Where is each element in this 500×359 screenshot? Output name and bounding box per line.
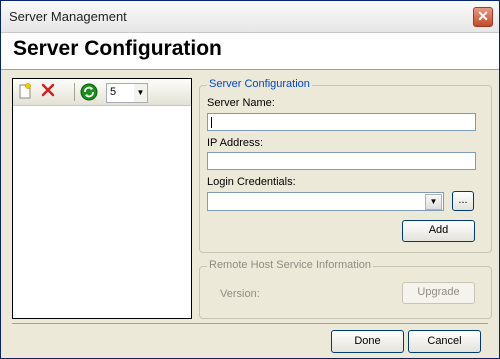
close-icon: ✕ (477, 8, 489, 24)
footer-divider (12, 323, 488, 324)
chevron-down-icon[interactable]: ▼ (134, 84, 147, 102)
page-title: Server Configuration (13, 37, 222, 60)
new-server-button[interactable] (16, 83, 34, 101)
close-button[interactable]: ✕ (473, 7, 493, 27)
delete-icon (41, 83, 55, 97)
login-credentials-label: Login Credentials: (207, 176, 296, 188)
done-button[interactable]: Done (331, 330, 404, 353)
page-header: Server Configuration (1, 33, 499, 70)
new-document-icon (19, 83, 31, 99)
server-management-window: Server Management ✕ Server Configuration (0, 0, 500, 359)
window-title: Server Management (9, 9, 127, 24)
server-list-toolbar: 5 ▼ (13, 79, 191, 106)
chevron-down-icon[interactable]: ▼ (425, 194, 442, 210)
toolbar-separator (74, 83, 75, 101)
ip-address-label: IP Address: (207, 137, 264, 149)
title-bar: Server Management ✕ (1, 1, 499, 33)
browse-credentials-button[interactable]: ... (452, 191, 474, 211)
ip-address-input[interactable] (207, 152, 476, 170)
version-label: Version: (220, 288, 260, 300)
server-list-panel[interactable]: 5 ▼ (12, 78, 192, 319)
refresh-interval-select[interactable]: 5 ▼ (106, 83, 148, 103)
cancel-button[interactable]: Cancel (408, 330, 481, 353)
refresh-button[interactable] (80, 83, 98, 101)
refresh-interval-value: 5 (110, 86, 117, 98)
server-name-input[interactable] (207, 113, 476, 131)
login-credentials-select[interactable]: ▼ (207, 192, 444, 211)
text-caret (211, 117, 212, 128)
refresh-icon (80, 83, 98, 101)
remote-host-legend: Remote Host Service Information (207, 259, 374, 271)
server-name-label: Server Name: (207, 97, 275, 109)
upgrade-button[interactable]: Upgrade (402, 282, 475, 304)
add-button[interactable]: Add (402, 220, 475, 242)
delete-server-button[interactable] (39, 83, 57, 101)
server-configuration-legend: Server Configuration (207, 78, 312, 90)
